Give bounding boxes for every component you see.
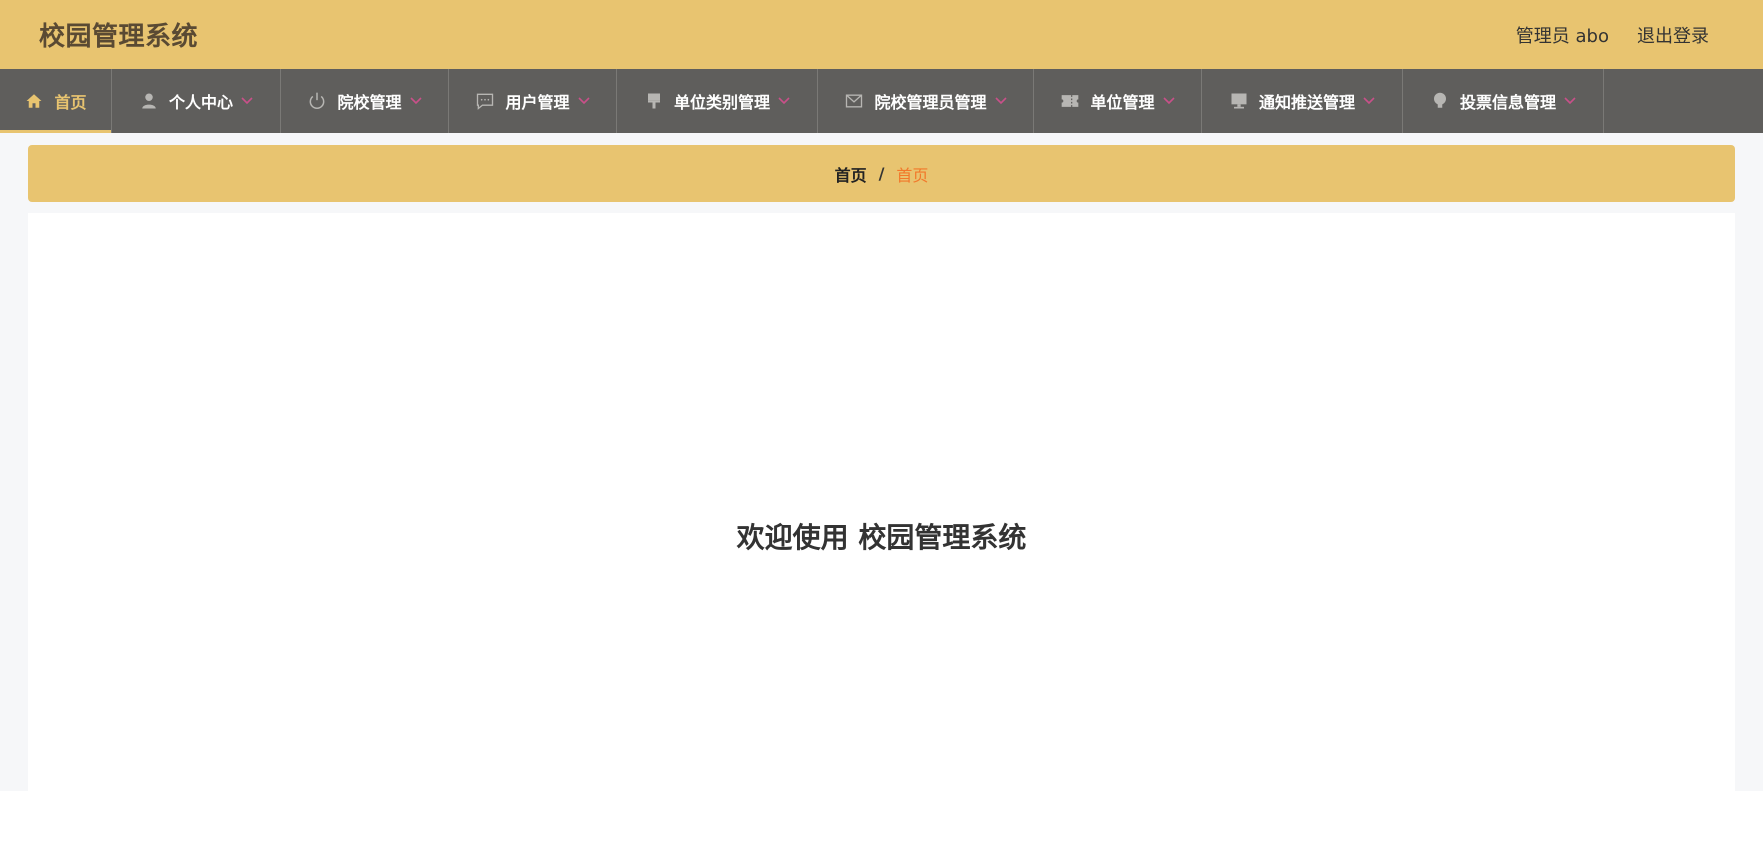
user-icon (139, 91, 159, 111)
nav-item-label: 用户管理 (505, 93, 570, 112)
nav-item-personal-center[interactable]: 个人中心 (112, 69, 281, 133)
chevron-down-icon (577, 97, 590, 105)
top-header: 校园管理系统 管理员 abo 退出登录 (0, 0, 1763, 69)
mail-icon (844, 91, 864, 111)
breadcrumb-separator: / (878, 164, 885, 183)
chevron-down-icon (409, 97, 422, 105)
nav-item-label: 首页 (54, 93, 87, 112)
chevron-down-icon (1162, 97, 1175, 105)
nav-item-label: 单位类别管理 (673, 93, 770, 112)
nav-item-notification-push-management[interactable]: 通知推送管理 (1202, 69, 1403, 133)
monitor-icon (1229, 91, 1249, 111)
logout-link[interactable]: 退出登录 (1637, 22, 1709, 48)
nav-item-college-admin-management[interactable]: 院校管理员管理 (818, 69, 1034, 133)
chevron-down-icon (1564, 97, 1576, 105)
app-title: 校园管理系统 (39, 22, 199, 52)
app-root: 校园管理系统 管理员 abo 退出登录 首页 个人中心 院校管理 用户管理 单位… (0, 0, 1763, 844)
nav-item-unit-category-management[interactable]: 单位类别管理 (617, 69, 818, 133)
breadcrumb-home[interactable]: 首页 (835, 162, 867, 186)
chevron-down-icon (241, 97, 253, 105)
breadcrumb-current: 首页 (896, 165, 929, 185)
nav-item-home[interactable]: 首页 (0, 69, 112, 133)
nav-item-user-management[interactable]: 用户管理 (449, 69, 617, 133)
nav-item-vote-info-management[interactable]: 投票信息管理 (1403, 69, 1604, 133)
home-icon (24, 91, 44, 111)
chevron-down-icon (778, 97, 790, 105)
user-area: 管理员 abo 退出登录 (1516, 22, 1709, 48)
brush-icon (644, 91, 664, 111)
nav-item-label: 院校管理 (337, 93, 402, 112)
chevron-down-icon (1363, 97, 1375, 105)
nav-item-label: 单位管理 (1090, 93, 1155, 112)
nav-item-college-management[interactable]: 院校管理 (281, 69, 449, 133)
chevron-down-icon (994, 97, 1007, 105)
nav-item-label: 通知推送管理 (1258, 93, 1355, 112)
nav-item-label: 个人中心 (168, 93, 233, 112)
bulb-icon (1430, 91, 1450, 111)
power-icon (307, 91, 327, 111)
admin-username: 管理员 abo (1515, 25, 1609, 47)
nav-item-unit-management[interactable]: 单位管理 (1034, 69, 1202, 133)
chat-icon (475, 91, 495, 111)
nav-item-label: 投票信息管理 (1459, 93, 1556, 112)
nav-item-label: 院校管理员管理 (874, 93, 987, 112)
main-navbar: 首页 个人中心 院校管理 用户管理 单位类别管理 院校管理员管理 单位管理 通知… (0, 69, 1763, 133)
welcome-message: 欢迎使用 校园管理系统 (736, 521, 1027, 554)
main-content: 欢迎使用 校园管理系统 (28, 213, 1735, 791)
breadcrumb: 首页 / 首页 (28, 145, 1735, 202)
ticket-icon (1060, 91, 1080, 111)
